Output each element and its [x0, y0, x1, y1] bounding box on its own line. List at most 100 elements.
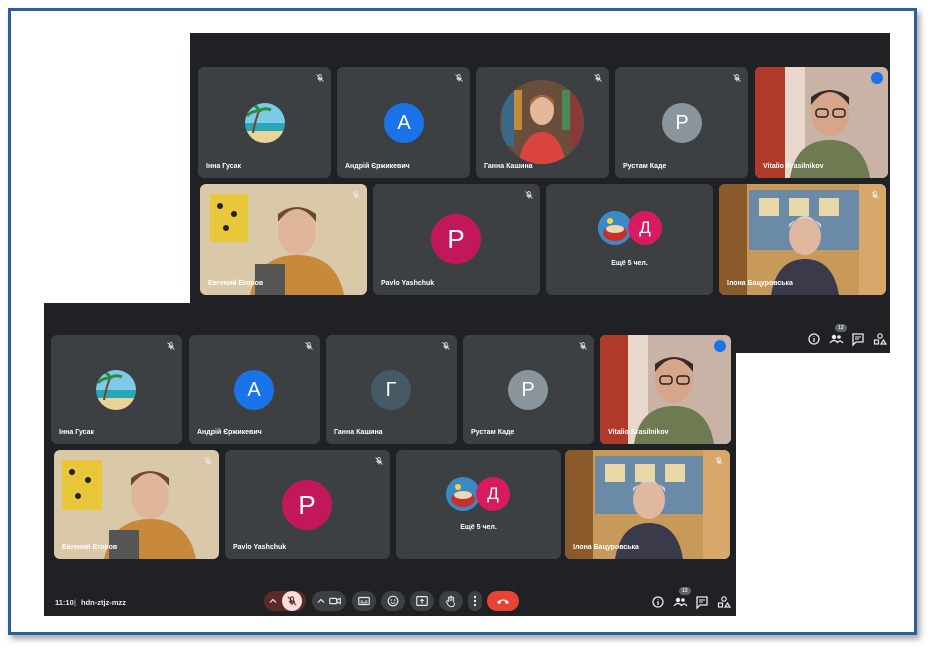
more-options-icon [473, 595, 477, 607]
video-feed [719, 184, 886, 295]
video-feed [200, 184, 367, 295]
camera-toggle-group [312, 591, 346, 611]
activities-icon[interactable] [716, 594, 732, 610]
end-call-icon [497, 599, 509, 604]
people-count-badge: 13 [835, 324, 847, 332]
info-icon[interactable] [806, 331, 822, 347]
more-participants-tile[interactable]: Д Ещё 5 чел. [546, 184, 713, 295]
chevron-up-icon[interactable] [268, 596, 278, 606]
participant-name: Ілона Бацуровська [727, 280, 793, 287]
video-feed [755, 67, 888, 178]
participant-name: Рустам Каде [623, 163, 667, 170]
participant-name: Евгений Егоров [208, 280, 264, 287]
participant-tile[interactable]: P Pavlo Yashchuk [373, 184, 540, 295]
present-button[interactable] [410, 591, 434, 611]
people-icon[interactable] [828, 331, 844, 347]
mic-off-icon [442, 342, 450, 350]
beach-avatar [96, 370, 136, 410]
mic-off-icon [525, 191, 533, 199]
participant-name: Рустам Каде [471, 429, 515, 436]
participant-tile[interactable]: Інна Гусак [51, 335, 182, 444]
participant-tile[interactable]: Г Ганна Кашина [326, 335, 457, 444]
chat-icon[interactable] [850, 331, 866, 347]
meeting-code: hdn-ztjz-mzz [81, 598, 126, 607]
participant-tile[interactable]: Р Рустам Каде [463, 335, 594, 444]
avatar-initial: Р [662, 103, 702, 143]
photo-avatar [500, 80, 584, 164]
participant-tile[interactable]: A Андрій Єржикевич [337, 67, 470, 178]
separator: | [74, 598, 77, 607]
mic-off-icon [733, 74, 741, 82]
info-icon[interactable] [650, 594, 666, 610]
avatar-initial: A [384, 103, 424, 143]
participant-name: Андрій Єржикевич [197, 429, 262, 436]
avatar-initial: P [282, 480, 332, 530]
group-avatar [446, 477, 480, 511]
speaking-indicator-icon [871, 72, 883, 84]
mic-off-icon [594, 74, 602, 82]
participant-tile-speaking[interactable]: Vitalio Krasilnikov [600, 335, 731, 444]
participant-name: Ілона Бацуровська [573, 544, 639, 551]
video-feed [600, 335, 731, 444]
leave-call-button[interactable] [487, 591, 519, 611]
more-participants-tile[interactable]: Д Ещё 5 чел. [396, 450, 561, 559]
participant-tile-speaking[interactable]: Vitalio Krasilnikov [755, 67, 888, 178]
video-feed [565, 450, 730, 559]
clock-time: 11:10 [55, 598, 74, 607]
microphone-button[interactable] [282, 591, 302, 611]
mic-off-icon [305, 342, 313, 350]
present-icon [416, 596, 428, 606]
mic-off-icon [316, 74, 324, 82]
meet-window-bottom: Інна Гусак A Андрій Єржикевич Г Ганна Ка… [44, 303, 736, 616]
chat-icon[interactable] [694, 594, 710, 610]
captions-icon [358, 596, 370, 606]
participant-tile[interactable]: Інна Гусак [198, 67, 331, 178]
mic-off-icon [167, 342, 175, 350]
participant-tile[interactable]: Евгений Егоров [200, 184, 367, 295]
mic-off-icon [287, 596, 297, 606]
participant-name: Pavlo Yashchuk [381, 280, 435, 287]
mic-toggle-group [264, 591, 306, 611]
participant-tile[interactable]: Ілона Бацуровська [719, 184, 886, 295]
participant-tile[interactable]: Р Рустам Каде [615, 67, 748, 178]
participant-name: Андрій Єржикевич [345, 163, 410, 170]
mic-off-icon [204, 457, 212, 465]
captions-button[interactable] [352, 591, 376, 611]
participant-tile[interactable]: P Pavlo Yashchuk [225, 450, 390, 559]
participant-name: Ганна Кашина [484, 163, 533, 170]
participant-tile[interactable]: Ганна Кашина [476, 67, 609, 178]
speaking-indicator-icon [714, 340, 726, 352]
avatar-initial: Р [508, 370, 548, 410]
camera-icon[interactable] [328, 594, 342, 608]
mic-off-icon [375, 457, 383, 465]
more-participants-label: Ещё 5 чел. [611, 260, 648, 267]
mic-off-icon [455, 74, 463, 82]
more-participants-label: Ещё 5 чел. [460, 524, 497, 531]
chevron-up-icon[interactable] [316, 596, 326, 606]
emoji-icon [387, 595, 399, 607]
raise-hand-icon [446, 595, 455, 608]
people-icon[interactable] [672, 594, 688, 610]
participant-name: Інна Гусак [59, 429, 95, 436]
participant-name: Евгений Егоров [62, 544, 118, 551]
activities-icon[interactable] [872, 331, 888, 347]
participant-tile[interactable]: A Андрій Єржикевич [189, 335, 320, 444]
participant-name: Vitalio Krasilnikov [763, 163, 824, 170]
participant-name: Ганна Кашина [334, 429, 383, 436]
group-avatar [598, 211, 632, 245]
reactions-button[interactable] [381, 591, 405, 611]
participant-name: Vitalio Krasilnikov [608, 429, 669, 436]
avatar-initial: Д [476, 477, 510, 511]
participant-tile[interactable]: Евгений Егоров [54, 450, 219, 559]
mic-off-icon [352, 191, 360, 199]
raise-hand-button[interactable] [439, 591, 463, 611]
mic-off-icon [871, 191, 879, 199]
more-options-button[interactable] [468, 591, 482, 611]
avatar-initial: P [431, 214, 481, 264]
video-feed [54, 450, 219, 559]
avatar-initial: Д [628, 211, 662, 245]
avatar-initial: Г [371, 370, 411, 410]
beach-avatar [245, 103, 285, 143]
participant-name: Pavlo Yashchuk [233, 544, 287, 551]
participant-tile[interactable]: Ілона Бацуровська [565, 450, 730, 559]
